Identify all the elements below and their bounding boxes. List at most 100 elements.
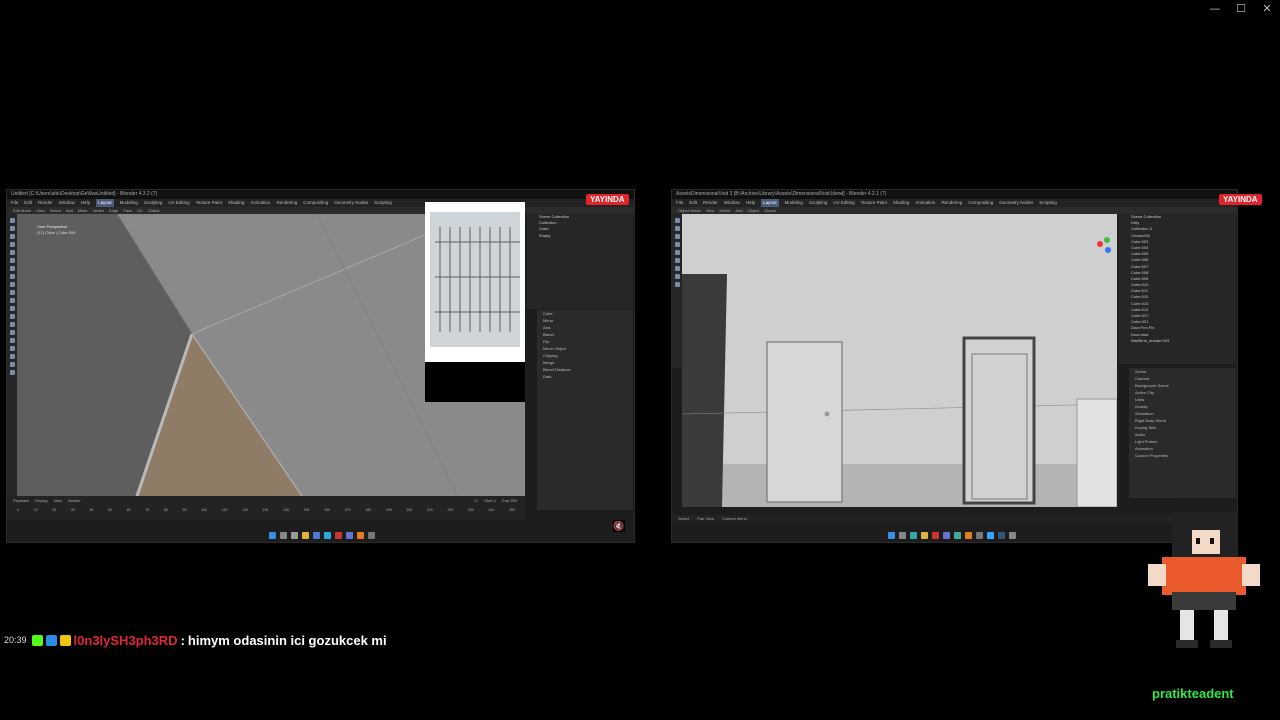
mute-icon[interactable]: 🔇	[613, 520, 625, 532]
left-menu-item-1[interactable]: Edit	[24, 199, 32, 207]
left-menu-item-12[interactable]: Rendering	[276, 199, 297, 207]
left-menu-item-14[interactable]: Geometry Nodes	[334, 199, 368, 207]
right-header-item-2[interactable]: Select	[719, 207, 730, 214]
left-timeline-tick-13[interactable]: 130	[263, 508, 269, 512]
maximize-button[interactable]: ☐	[1228, 0, 1254, 16]
right-prop-item-11[interactable]: Animation	[1129, 445, 1236, 452]
right-menu-item-13[interactable]: Compositing	[968, 199, 993, 207]
right-prop-item-12[interactable]: Custom Properties	[1129, 452, 1236, 459]
extrude-tool-icon[interactable]	[9, 282, 15, 287]
left-properties-panel[interactable]: Cube Mirror Axis Bisect Flip Mirror Object Cli…	[537, 310, 633, 510]
left-timeline-tick-10[interactable]: 100	[201, 508, 207, 512]
left-timeline-tick-15[interactable]: 150	[304, 508, 310, 512]
left-timeline-tick-14[interactable]: 140	[283, 508, 289, 512]
shear-tool-icon[interactable]	[9, 362, 15, 367]
taskview-icon[interactable]	[291, 531, 298, 539]
photos-icon[interactable]	[987, 531, 994, 539]
right-header-item-4[interactable]: Object	[748, 207, 760, 214]
right-outliner[interactable]: Scene Collection Dirty Collection 3 Chrsw.0…	[1119, 214, 1236, 364]
minimize-button[interactable]: —	[1202, 0, 1228, 16]
right-menu-item-10[interactable]: Shading	[893, 199, 910, 207]
explorer-icon[interactable]	[302, 531, 309, 539]
left-timeline-tick-3[interactable]: 30	[71, 508, 75, 512]
left-menu-item-10[interactable]: Shading	[228, 199, 245, 207]
left-header-item-8[interactable]: UV	[137, 207, 143, 214]
left-prop-item-6[interactable]: Clipping	[537, 352, 633, 359]
bevel-tool-icon[interactable]	[9, 298, 15, 303]
transform-tool-icon[interactable]	[674, 258, 680, 263]
right-prop-item-9[interactable]: Audio	[1129, 431, 1236, 438]
right-prop-item-8[interactable]: Keying Sets	[1129, 424, 1236, 431]
left-timeline-tick-20[interactable]: 200	[406, 508, 412, 512]
right-3d-viewport[interactable]	[682, 214, 1117, 507]
cursor-tool-icon[interactable]	[674, 226, 680, 231]
left-header-item-0[interactable]: Edit Mode	[13, 207, 31, 214]
move-tool-icon[interactable]	[9, 234, 15, 239]
right-prop-item-7[interactable]: Rigid Body World	[1129, 417, 1236, 424]
inset-tool-icon[interactable]	[9, 290, 15, 295]
left-timeline-tick-16[interactable]: 160	[324, 508, 330, 512]
left-header-item-2[interactable]: Select	[50, 207, 61, 214]
right-menu-item-6[interactable]: Modeling	[785, 199, 803, 207]
left-menu-item-11[interactable]: Animation	[250, 199, 270, 207]
left-timeline-tick-7[interactable]: 70	[145, 508, 149, 512]
right-header-item-1[interactable]: View	[706, 207, 715, 214]
start-icon[interactable]	[888, 531, 895, 539]
left-menu-item-5[interactable]: Layout	[96, 199, 114, 207]
left-timeline-tick-0[interactable]: 0	[17, 508, 19, 512]
left-menu-item-9[interactable]: Texture Paint	[196, 199, 222, 207]
right-menu-item-5[interactable]: Layout	[761, 199, 779, 207]
select-tool-icon[interactable]	[9, 218, 15, 223]
right-header-item-5[interactable]: Global	[764, 207, 776, 214]
transform-tool-icon[interactable]	[9, 258, 15, 263]
right-menu-item-7[interactable]: Sculpting	[809, 199, 828, 207]
right-properties-panel[interactable]: Scene Camera Background Scene Active Clip Un…	[1129, 368, 1236, 498]
left-header-item-9[interactable]: Global	[148, 207, 160, 214]
left-timeline-tick-2[interactable]: 20	[52, 508, 56, 512]
left-header-item-4[interactable]: Mesh	[78, 207, 88, 214]
right-prop-item-4[interactable]: Units	[1129, 396, 1236, 403]
browser-icon[interactable]	[932, 531, 939, 539]
close-button[interactable]: ✕	[1254, 0, 1280, 16]
select-tool-icon[interactable]	[674, 218, 680, 223]
left-timeline-tick-22[interactable]: 220	[447, 508, 453, 512]
left-timeline-tick-8[interactable]: 80	[164, 508, 168, 512]
left-timeline-tick-19[interactable]: 190	[386, 508, 392, 512]
left-timeline[interactable]: Playback Keying View Marker 17 Start 1 End …	[7, 496, 525, 520]
left-prop-item-3[interactable]: Bisect	[537, 331, 633, 338]
left-header-item-3[interactable]: Add	[66, 207, 73, 214]
right-prop-item-10[interactable]: Light Probes	[1129, 438, 1236, 445]
left-timeline-menu-1[interactable]: Keying	[35, 498, 47, 503]
left-menu-item-7[interactable]: Sculpting	[144, 199, 163, 207]
left-timeline-tick-5[interactable]: 50	[108, 508, 112, 512]
right-status-item-1[interactable]: Pan View	[697, 515, 714, 523]
start-icon[interactable]	[269, 531, 276, 539]
left-prop-item-2[interactable]: Axis	[537, 324, 633, 331]
left-header-item-5[interactable]: Vertex	[93, 207, 104, 214]
left-prop-item-8[interactable]: Bisect Distance	[537, 366, 633, 373]
left-timeline-tick-4[interactable]: 40	[89, 508, 93, 512]
right-prop-item-5[interactable]: Gravity	[1129, 403, 1236, 410]
right-menu-item-3[interactable]: Window	[724, 199, 740, 207]
left-prop-item-1[interactable]: Mirror	[537, 317, 633, 324]
chrome-icon[interactable]	[954, 531, 961, 539]
left-prop-item-4[interactable]: Flip	[537, 338, 633, 345]
obs-icon[interactable]	[368, 531, 375, 539]
search-icon[interactable]	[899, 531, 906, 539]
left-timeline-tick-11[interactable]: 110	[222, 508, 228, 512]
left-tool-shelf[interactable]	[7, 214, 17, 500]
end-frame[interactable]: End 250	[502, 498, 517, 503]
right-menu-item-14[interactable]: Geometry Nodes	[999, 199, 1033, 207]
left-menu-item-15[interactable]: Scripting	[374, 199, 392, 207]
edge-slide-tool-icon[interactable]	[9, 346, 15, 351]
left-timeline-tick-9[interactable]: 90	[183, 508, 187, 512]
obs-icon[interactable]	[976, 531, 983, 539]
spin-tool-icon[interactable]	[9, 330, 15, 335]
right-prop-item-0[interactable]: Scene	[1129, 368, 1236, 375]
discord-icon[interactable]	[346, 531, 353, 539]
left-menu-item-0[interactable]: File	[11, 199, 18, 207]
browser-icon[interactable]	[324, 531, 331, 539]
right-menu-item-9[interactable]: Texture Paint	[861, 199, 887, 207]
right-menu-item-0[interactable]: File	[676, 199, 683, 207]
left-timeline-menu-3[interactable]: Marker	[68, 498, 80, 503]
